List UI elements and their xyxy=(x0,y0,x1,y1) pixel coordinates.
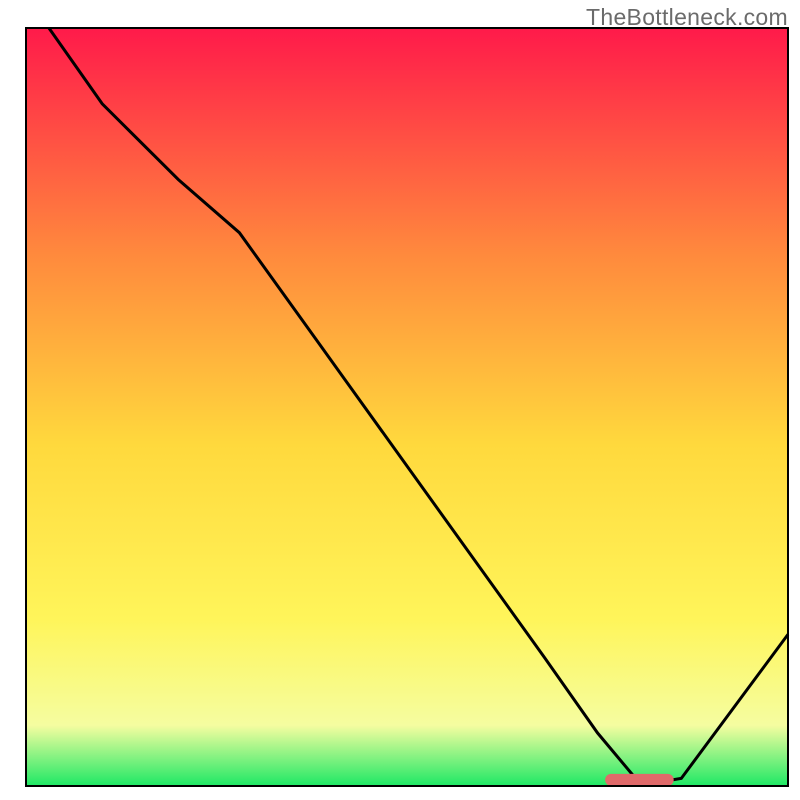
optimal-zone-marker xyxy=(605,774,674,786)
chart-svg xyxy=(0,0,800,800)
watermark-text: TheBottleneck.com xyxy=(586,4,788,31)
chart-container: TheBottleneck.com xyxy=(0,0,800,800)
